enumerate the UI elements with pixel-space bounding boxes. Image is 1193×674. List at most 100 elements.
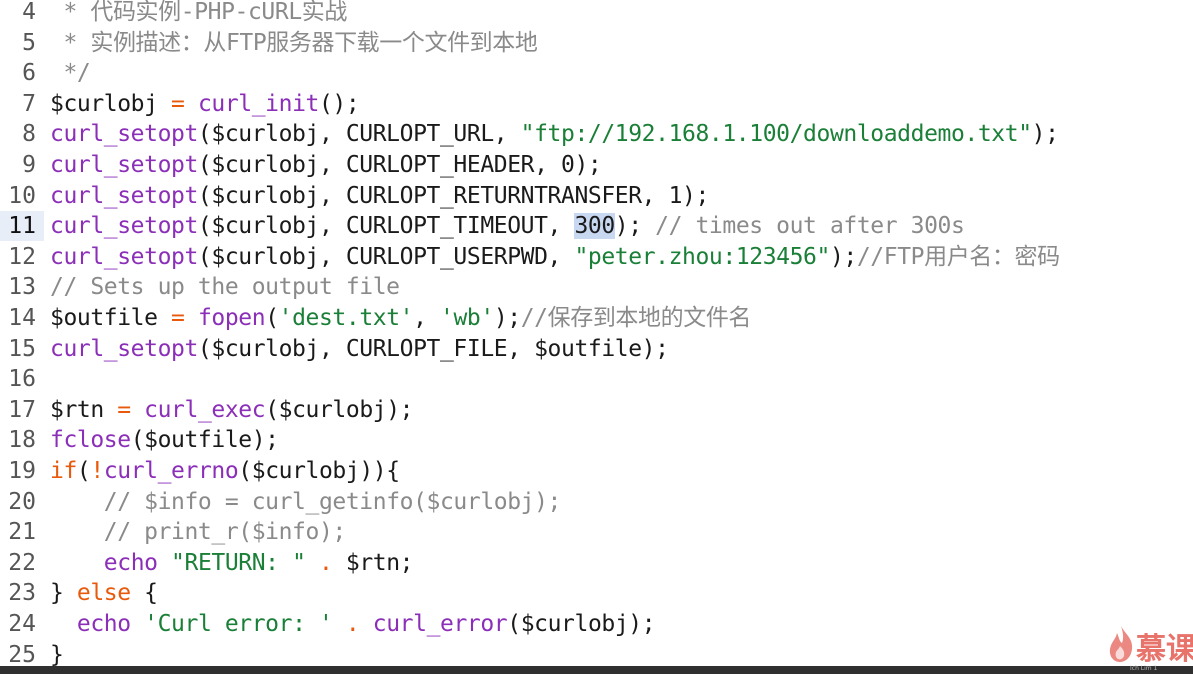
line-number: 16 — [8, 366, 36, 393]
code-text[interactable]: $curlobj = curl_init(); — [50, 89, 360, 119]
code-token: // Sets up the output file — [50, 274, 400, 301]
code-token: ! — [90, 458, 104, 484]
code-text[interactable]: curl_setopt($curlobj, CURLOPT_USERPWD, "… — [50, 242, 1060, 272]
code-line[interactable]: 16 — [0, 364, 1193, 394]
code-text[interactable]: echo "RETURN: " . $rtn; — [50, 548, 414, 578]
code-text[interactable]: fclose($outfile); — [50, 425, 279, 455]
code-line[interactable]: 4 * 代码实例-PHP-cURL实战 — [0, 0, 1193, 27]
code-line[interactable]: 23 } else { — [0, 578, 1193, 608]
code-text[interactable]: curl_setopt($curlobj, CURLOPT_RETURNTRAN… — [50, 181, 709, 211]
code-text[interactable]: echo 'Curl error: ' . curl_error($curlob… — [50, 609, 656, 639]
code-token: ($curlobj, CURLOPT_RETURNTRANSFER, 1); — [197, 182, 709, 209]
code-token: . — [345, 611, 360, 637]
code-token: curl_errno — [103, 458, 239, 484]
line-number: 9 — [22, 152, 36, 178]
code-line[interactable]: 10 curl_setopt($curlobj, CURLOPT_RETURNTR… — [0, 181, 1193, 211]
code-text[interactable]: // print_r($info); — [50, 517, 346, 547]
code-text[interactable]: curl_setopt($curlobj, CURLOPT_FILE, $out… — [50, 334, 669, 364]
code-line[interactable]: 6 */ — [0, 58, 1193, 88]
code-token: if — [50, 458, 77, 484]
code-line[interactable]: 7 $curlobj = curl_init(); — [0, 89, 1193, 119]
code-token: "ftp://192.168.1.100/downloaddemo.txt" — [520, 121, 1032, 148]
status-bar: Ich Lim 1 — [0, 665, 1193, 674]
line-number: 19 — [8, 458, 36, 484]
code-token: curl_error — [372, 611, 508, 637]
code-line[interactable]: 14 $outfile = fopen('dest.txt', 'wb');//保… — [0, 303, 1193, 333]
code-text[interactable]: * 代码实例-PHP-cURL实战 — [50, 0, 347, 27]
code-line[interactable]: 22 echo "RETURN: " . $rtn; — [0, 548, 1193, 578]
code-token: // print_r($info); — [103, 519, 346, 546]
code-token: curl_exec — [144, 396, 266, 423]
code-line[interactable]: 13 // Sets up the output file — [0, 272, 1193, 302]
code-text[interactable]: if(!curl_errno($curlobj)){ — [50, 456, 400, 486]
code-line[interactable]: 11 curl_setopt($curlobj, CURLOPT_TIMEOUT,… — [0, 211, 1193, 241]
code-text[interactable]: // $info = curl_getinfo($curlobj); — [50, 487, 562, 517]
code-text[interactable]: $outfile = fopen('dest.txt', 'wb');//保存到… — [50, 303, 751, 333]
code-token: // times out after 300s — [655, 213, 965, 240]
code-token: ($curlobj); — [507, 611, 656, 637]
code-text[interactable]: curl_setopt($curlobj, CURLOPT_TIMEOUT, 3… — [50, 211, 965, 241]
code-text[interactable]: curl_setopt($curlobj, CURLOPT_URL, "ftp:… — [50, 119, 1059, 149]
code-token: curl_setopt — [50, 121, 198, 148]
code-text[interactable]: * 实例描述：从FTP服务器下载一个文件到本地 — [50, 28, 537, 58]
code-token: fclose — [50, 427, 131, 454]
line-number: 15 — [8, 335, 36, 362]
code-text[interactable]: $rtn = curl_exec($curlobj); — [50, 395, 414, 425]
code-token: ($curlobj); — [265, 396, 414, 423]
code-token: $curlobj — [50, 90, 172, 117]
line-number: 13 — [8, 274, 36, 301]
code-token: $rtn — [50, 396, 118, 423]
code-token: * 实例描述：从FTP服务器下载一个文件到本地 — [50, 29, 538, 56]
code-editor[interactable]: 4 * 代码实例-PHP-cURL实战 5 * 实例描述：从FTP服务器下载一个文… — [0, 0, 1193, 668]
code-line[interactable]: 12 curl_setopt($curlobj, CURLOPT_USERPWD,… — [0, 242, 1193, 272]
code-line[interactable]: 15 curl_setopt($curlobj, CURLOPT_FILE, $o… — [0, 334, 1193, 364]
code-text[interactable]: */ — [50, 58, 90, 88]
code-token: */ — [50, 60, 91, 87]
code-line[interactable]: 24 echo 'Curl error: ' . curl_error($cur… — [0, 609, 1193, 639]
line-number: 7 — [22, 90, 36, 117]
code-line[interactable]: 17 $rtn = curl_exec($curlobj); — [0, 395, 1193, 425]
code-text[interactable]: // Sets up the output file — [50, 272, 400, 302]
code-token: = — [171, 305, 185, 331]
line-number: 12 — [8, 243, 36, 270]
code-token: ); — [614, 213, 656, 240]
code-token: 'wb' — [440, 305, 494, 331]
code-text[interactable]: } else { — [50, 578, 158, 608]
code-token: ($curlobj, CURLOPT_URL, — [197, 121, 521, 148]
code-line[interactable]: 19 if(!curl_errno($curlobj)){ — [0, 456, 1193, 486]
flame-logo-icon — [1109, 626, 1133, 662]
code-text[interactable]: curl_setopt($curlobj, CURLOPT_HEADER, 0)… — [50, 150, 602, 180]
code-token: curl_setopt — [50, 182, 198, 209]
code-token: $rtn; — [332, 549, 414, 576]
line-number: 22 — [8, 549, 36, 576]
code-token: . — [318, 549, 333, 576]
code-token: //FTP用户名：密码 — [856, 243, 1060, 270]
code-token: "peter.zhou:123456" — [574, 243, 830, 270]
line-number: 17 — [8, 396, 36, 423]
code-line[interactable]: 8 curl_setopt($curlobj, CURLOPT_URL, "ftp… — [0, 119, 1193, 149]
code-token: { — [130, 580, 158, 607]
code-token: ($curlobj, CURLOPT_USERPWD, — [197, 243, 575, 270]
code-token: , — [413, 305, 441, 331]
code-token: echo — [103, 549, 158, 576]
code-line[interactable]: 21 // print_r($info); — [0, 517, 1193, 547]
line-number: 4 — [22, 0, 36, 25]
code-token: ($curlobj, CURLOPT_HEADER, 0); — [197, 152, 602, 178]
code-token: curl_init — [197, 90, 319, 117]
code-token: //保存到本地的文件名 — [520, 305, 752, 331]
line-number: 20 — [8, 488, 36, 515]
code-line[interactable]: 9 curl_setopt($curlobj, CURLOPT_HEADER, 0… — [0, 150, 1193, 180]
code-token: ); — [829, 243, 857, 270]
code-token: curl_setopt — [50, 152, 198, 178]
code-line[interactable]: 18 fclose($outfile); — [0, 425, 1193, 455]
code-line[interactable]: 20 // $info = curl_getinfo($curlobj); — [0, 487, 1193, 517]
line-number: 11 — [8, 213, 36, 240]
line-number: 23 — [8, 580, 36, 607]
code-line[interactable]: 5 * 实例描述：从FTP服务器下载一个文件到本地 — [0, 28, 1193, 58]
